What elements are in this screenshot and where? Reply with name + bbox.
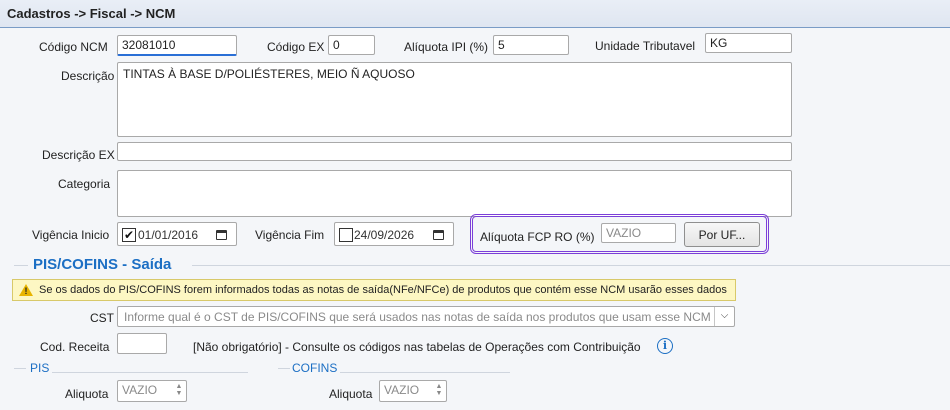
categoria-input[interactable] xyxy=(117,170,792,217)
vigencia-inicio-label: Vigência Inicio xyxy=(32,228,110,242)
breadcrumb: Cadastros -> Fiscal -> NCM xyxy=(0,0,950,28)
aliquota-ipi-label: Alíquota IPI (%) xyxy=(404,40,489,54)
spinner-icon[interactable]: ▲ ▼ xyxy=(434,383,444,397)
cst-select[interactable]: Informe qual é o CST de PIS/COFINS que s… xyxy=(117,306,735,327)
descricao-ex-input[interactable] xyxy=(117,142,792,161)
codigo-ex-input[interactable]: 0 xyxy=(328,35,375,55)
spinner-icon[interactable]: ▲ ▼ xyxy=(174,383,184,397)
cofins-aliquota-input[interactable]: VAZIO ▲ ▼ xyxy=(379,380,447,402)
por-uf-button[interactable]: Por UF... xyxy=(684,222,760,247)
codigo-ncm-label: Código NCM xyxy=(39,40,108,54)
pis-divider-right xyxy=(52,372,248,373)
warning-text: Se os dados do PIS/COFINS forem informad… xyxy=(39,284,727,296)
info-icon[interactable]: i xyxy=(657,338,673,354)
calendar-icon[interactable] xyxy=(433,230,444,240)
unidade-tributavel-label: Unidade Tributavel xyxy=(595,39,696,53)
warning-banner: ! Se os dados do PIS/COFINS forem inform… xyxy=(12,279,736,301)
vigencia-inicio-date[interactable]: ✔ 01/01/2016 xyxy=(117,222,237,246)
cofins-divider-right xyxy=(340,372,510,373)
vigencia-inicio-value: 01/01/2016 xyxy=(138,228,199,242)
descricao-textarea[interactable]: TINTAS À BASE D/POLIÉSTERES, MEIO Ñ AQUO… xyxy=(117,62,792,137)
vigencia-fim-checkbox[interactable] xyxy=(339,228,353,242)
section-divider-right xyxy=(192,265,950,266)
descricao-label: Descrição xyxy=(61,69,115,83)
cofins-title: COFINS xyxy=(292,361,338,375)
cod-receita-input[interactable] xyxy=(117,333,167,354)
pis-divider-left xyxy=(14,368,26,369)
aliquota-fcp-label: Alíquota FCP RO (%) xyxy=(480,230,595,244)
pis-aliquota-input[interactable]: VAZIO ▲ ▼ xyxy=(117,380,187,402)
section-divider-left xyxy=(14,265,28,266)
codigo-ncm-input[interactable]: 32081010 xyxy=(117,35,237,56)
aliquota-fcp-input[interactable]: VAZIO xyxy=(601,223,676,243)
vigencia-fim-date[interactable]: 24/09/2026 xyxy=(334,222,454,246)
pis-cofins-title: PIS/COFINS - Saída xyxy=(33,256,172,273)
cofins-aliquota-label: Aliquota xyxy=(329,387,373,401)
unidade-tributavel-input[interactable]: KG xyxy=(705,33,792,53)
calendar-icon[interactable] xyxy=(216,230,227,240)
cst-label: CST xyxy=(90,311,114,325)
descricao-ex-label: Descrição EX xyxy=(42,148,115,162)
vigencia-inicio-checkbox[interactable]: ✔ xyxy=(122,228,136,242)
cofins-divider-left xyxy=(278,368,290,369)
cst-select-placeholder: Informe qual é o CST de PIS/COFINS que s… xyxy=(124,310,711,324)
cod-receita-label: Cod. Receita xyxy=(40,340,110,354)
codigo-ex-label: Código EX xyxy=(267,40,325,54)
aliquota-ipi-input[interactable]: 5 xyxy=(493,35,569,55)
cofins-aliquota-placeholder: VAZIO xyxy=(384,383,420,397)
pis-title: PIS xyxy=(30,361,50,375)
chevron-down-icon[interactable]: ⌵ xyxy=(714,307,734,326)
pis-aliquota-placeholder: VAZIO xyxy=(122,383,158,397)
vigencia-fim-value: 24/09/2026 xyxy=(354,228,415,242)
categoria-label: Categoria xyxy=(58,177,111,191)
pis-aliquota-label: Aliquota xyxy=(65,387,109,401)
cod-receita-hint: [Não obrigatório] - Consulte os códigos … xyxy=(193,340,641,354)
vigencia-fim-label: Vigência Fim xyxy=(255,228,325,242)
